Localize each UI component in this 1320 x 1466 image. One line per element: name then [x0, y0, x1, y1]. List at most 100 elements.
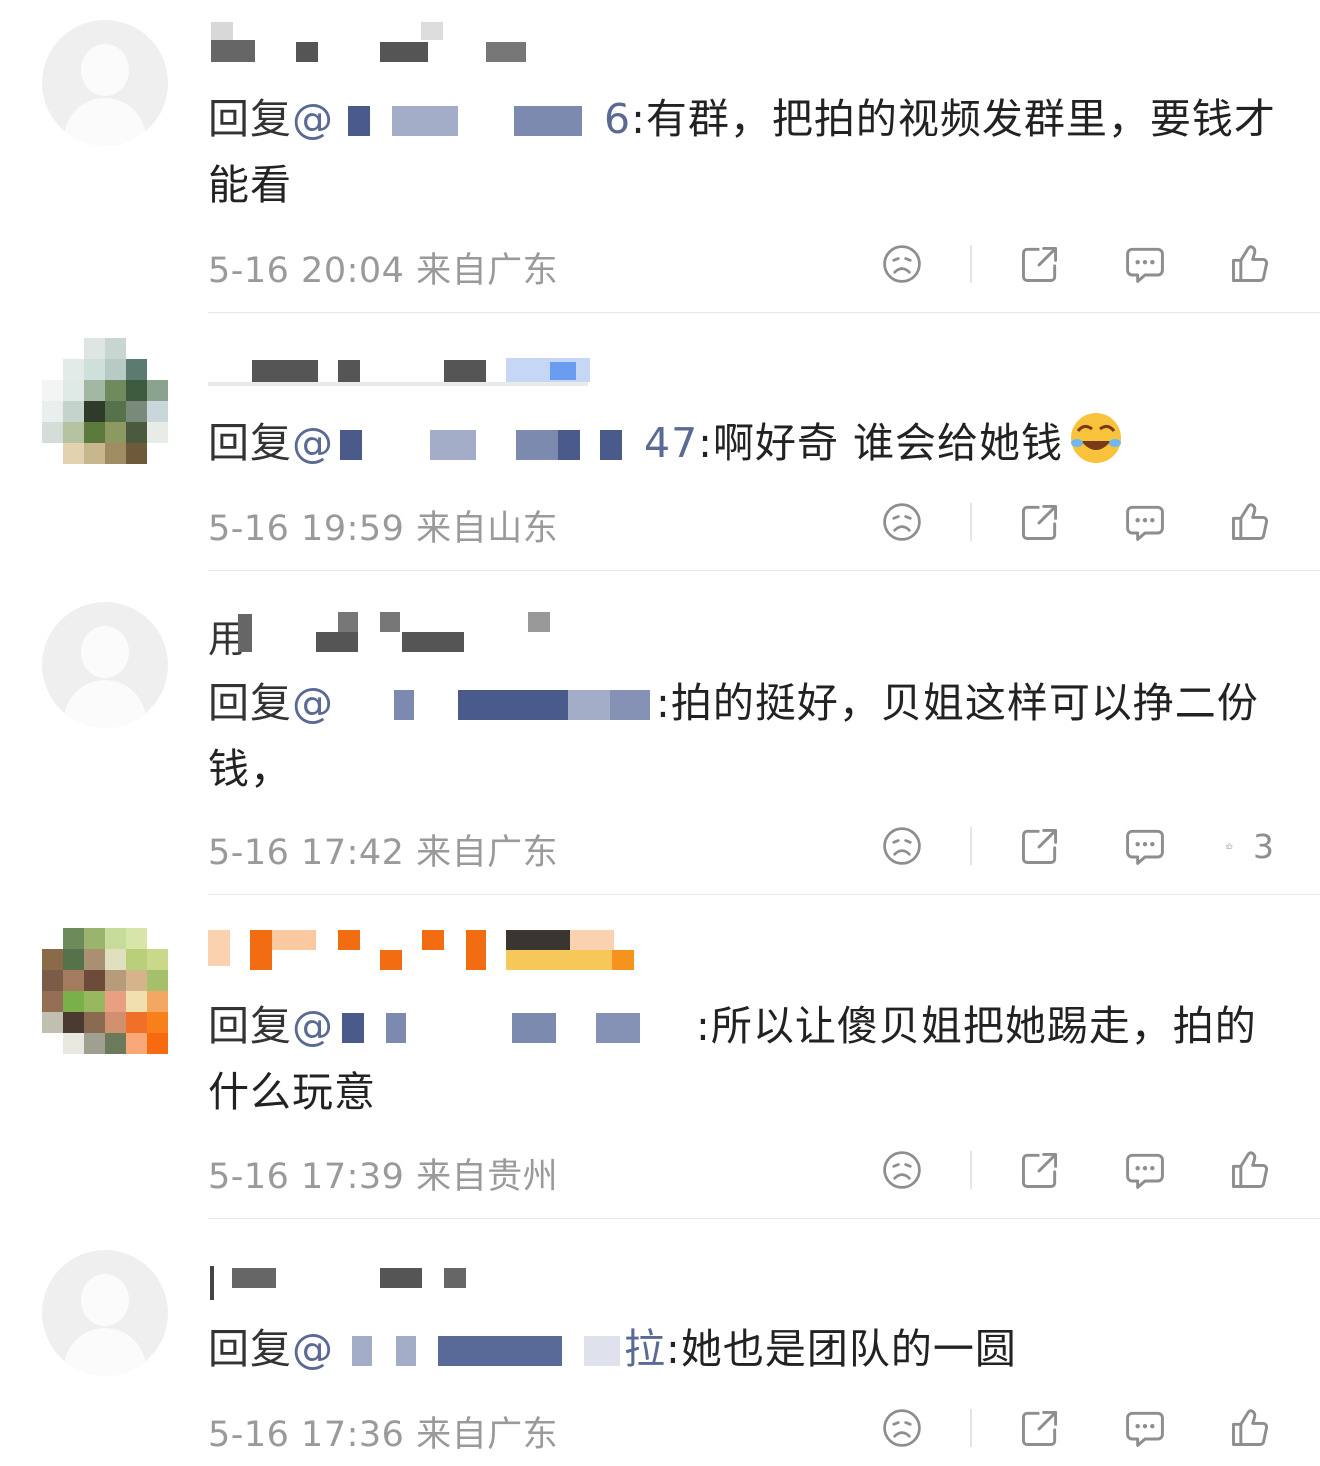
comment-item: 回复@ 拉:她也是团队的一圆 5-16 17:36 来自广东	[0, 1220, 1320, 1466]
avatar[interactable]	[42, 928, 168, 1054]
divider	[970, 1151, 972, 1189]
like-button[interactable]	[1226, 1404, 1274, 1452]
comment-button[interactable]	[1121, 1404, 1169, 1452]
mention-blurred	[334, 1011, 696, 1047]
share-icon	[1018, 500, 1062, 544]
dislike-button[interactable]	[878, 1404, 926, 1452]
comment-item: 回复@:所以让傻贝姐把她踢走，拍的什么玩意 5-16 17:39 来自贵州	[0, 896, 1320, 1220]
comment-list: 回复@6:有群，把拍的视频发群里，要钱才能看 5-16 20:04 来自广东	[0, 0, 1320, 1466]
mention-blurred	[334, 688, 656, 724]
comment-icon	[1123, 242, 1167, 286]
mention-link[interactable]: @6	[292, 95, 631, 143]
comment-meta: 5-16 19:59 来自山东	[208, 500, 558, 551]
dislike-button[interactable]	[878, 822, 926, 870]
comment-time: 5-16 19:59	[208, 509, 405, 549]
action-bar	[878, 498, 1274, 546]
comment-location: 来自广东	[416, 251, 559, 291]
mention-blurred	[334, 104, 604, 140]
comment-button[interactable]	[1121, 822, 1169, 870]
username-blurred[interactable]	[208, 22, 538, 62]
share-icon	[1018, 1406, 1062, 1450]
sad-face-icon	[880, 500, 924, 544]
comment-button[interactable]	[1121, 498, 1169, 546]
share-button[interactable]	[1016, 1404, 1064, 1452]
separator	[208, 570, 1320, 571]
comment-button[interactable]	[1121, 240, 1169, 288]
sad-face-icon	[880, 242, 924, 286]
dislike-button[interactable]	[878, 498, 926, 546]
action-bar	[878, 240, 1274, 288]
comment-icon	[1123, 824, 1167, 868]
comment-meta: 5-16 17:36 来自广东	[208, 1406, 558, 1457]
mention-link[interactable]: @47	[292, 419, 698, 467]
comment-location: 来自广东	[416, 833, 559, 873]
reply-text: 回复@:所以让傻贝姐把她踢走，拍的什么玩意	[208, 1002, 1257, 1116]
reply-text: 回复@ 6:有群，把拍的视频发群里，要钱才能看	[208, 95, 1276, 209]
like-count: 3	[1253, 826, 1274, 866]
thumbs-up-icon	[1228, 500, 1272, 544]
dislike-button[interactable]	[878, 1146, 926, 1194]
mention-link[interactable]: @ 拉	[292, 1325, 666, 1373]
username-blurred[interactable]: 用	[208, 612, 568, 661]
mention-link[interactable]: @	[292, 1002, 696, 1050]
username-blurred[interactable]	[208, 354, 608, 394]
divider	[970, 503, 972, 541]
action-bar	[878, 1146, 1274, 1194]
thumbs-up-icon	[1228, 1406, 1272, 1450]
share-button[interactable]	[1016, 822, 1064, 870]
divider	[970, 827, 972, 865]
reply-text: 回复@:拍的挺好，贝姐这样可以挣二份钱，	[208, 679, 1259, 793]
mention-link[interactable]: @	[292, 679, 656, 727]
mention-blurred	[334, 428, 644, 464]
like-button[interactable]	[1226, 498, 1274, 546]
username-blurred[interactable]	[208, 1264, 488, 1304]
like-button[interactable]	[1226, 1146, 1274, 1194]
share-icon	[1018, 824, 1062, 868]
separator	[208, 1218, 1320, 1219]
laugh-cry-emoji	[1071, 413, 1122, 463]
comment-meta: 5-16 17:39 来自贵州	[208, 1148, 558, 1199]
action-bar: 3	[878, 822, 1274, 870]
comment-icon	[1123, 1406, 1167, 1450]
sad-face-icon	[880, 1148, 924, 1192]
share-icon	[1018, 1148, 1062, 1192]
thumbs-up-icon	[1226, 824, 1233, 868]
avatar[interactable]	[42, 20, 168, 146]
comment-item: 回复@ 47:啊好奇 谁会给她钱 5-16 19:59 来自山东	[0, 314, 1320, 572]
separator	[208, 312, 1320, 313]
reply-text: 回复@ 拉:她也是团队的一圆	[208, 1325, 1017, 1373]
reply-text: 回复@ 47:啊好奇 谁会给她钱	[208, 410, 1283, 476]
like-button[interactable]: 3	[1226, 822, 1274, 870]
comment-time: 5-16 17:39	[208, 1157, 405, 1197]
share-icon	[1018, 242, 1062, 286]
divider	[970, 245, 972, 283]
sad-face-icon	[880, 1406, 924, 1450]
comment-meta: 5-16 17:42 来自广东	[208, 824, 558, 875]
comment-time: 5-16 20:04	[208, 251, 405, 291]
comment-location: 来自广东	[416, 1415, 559, 1455]
dislike-button[interactable]	[878, 240, 926, 288]
thumbs-up-icon	[1228, 242, 1272, 286]
comment-button[interactable]	[1121, 1146, 1169, 1194]
comment-location: 来自贵州	[416, 1157, 559, 1197]
comment-icon	[1123, 500, 1167, 544]
comment-time: 5-16 17:36	[208, 1415, 405, 1455]
thumbs-up-icon	[1228, 1148, 1272, 1192]
comment-time: 5-16 17:42	[208, 833, 405, 873]
comment-item: 回复@ 6:有群，把拍的视频发群里，要钱才能看 5-16 20:04 来自广东	[0, 0, 1320, 314]
comment-item: 用 回复@:拍的挺好，贝姐这样可以挣二份钱， 5-16 17:42 来自广东 3	[0, 572, 1320, 896]
divider	[970, 1409, 972, 1447]
comment-location: 来自山东	[416, 509, 559, 549]
avatar[interactable]	[42, 602, 168, 728]
sad-face-icon	[880, 824, 924, 868]
comment-meta: 5-16 20:04 来自广东	[208, 242, 558, 293]
avatar[interactable]	[42, 1250, 168, 1376]
username-blurred[interactable]	[208, 928, 638, 972]
comment-icon	[1123, 1148, 1167, 1192]
separator	[208, 894, 1320, 895]
share-button[interactable]	[1016, 498, 1064, 546]
share-button[interactable]	[1016, 240, 1064, 288]
like-button[interactable]	[1226, 240, 1274, 288]
share-button[interactable]	[1016, 1146, 1064, 1194]
avatar[interactable]	[42, 338, 168, 464]
